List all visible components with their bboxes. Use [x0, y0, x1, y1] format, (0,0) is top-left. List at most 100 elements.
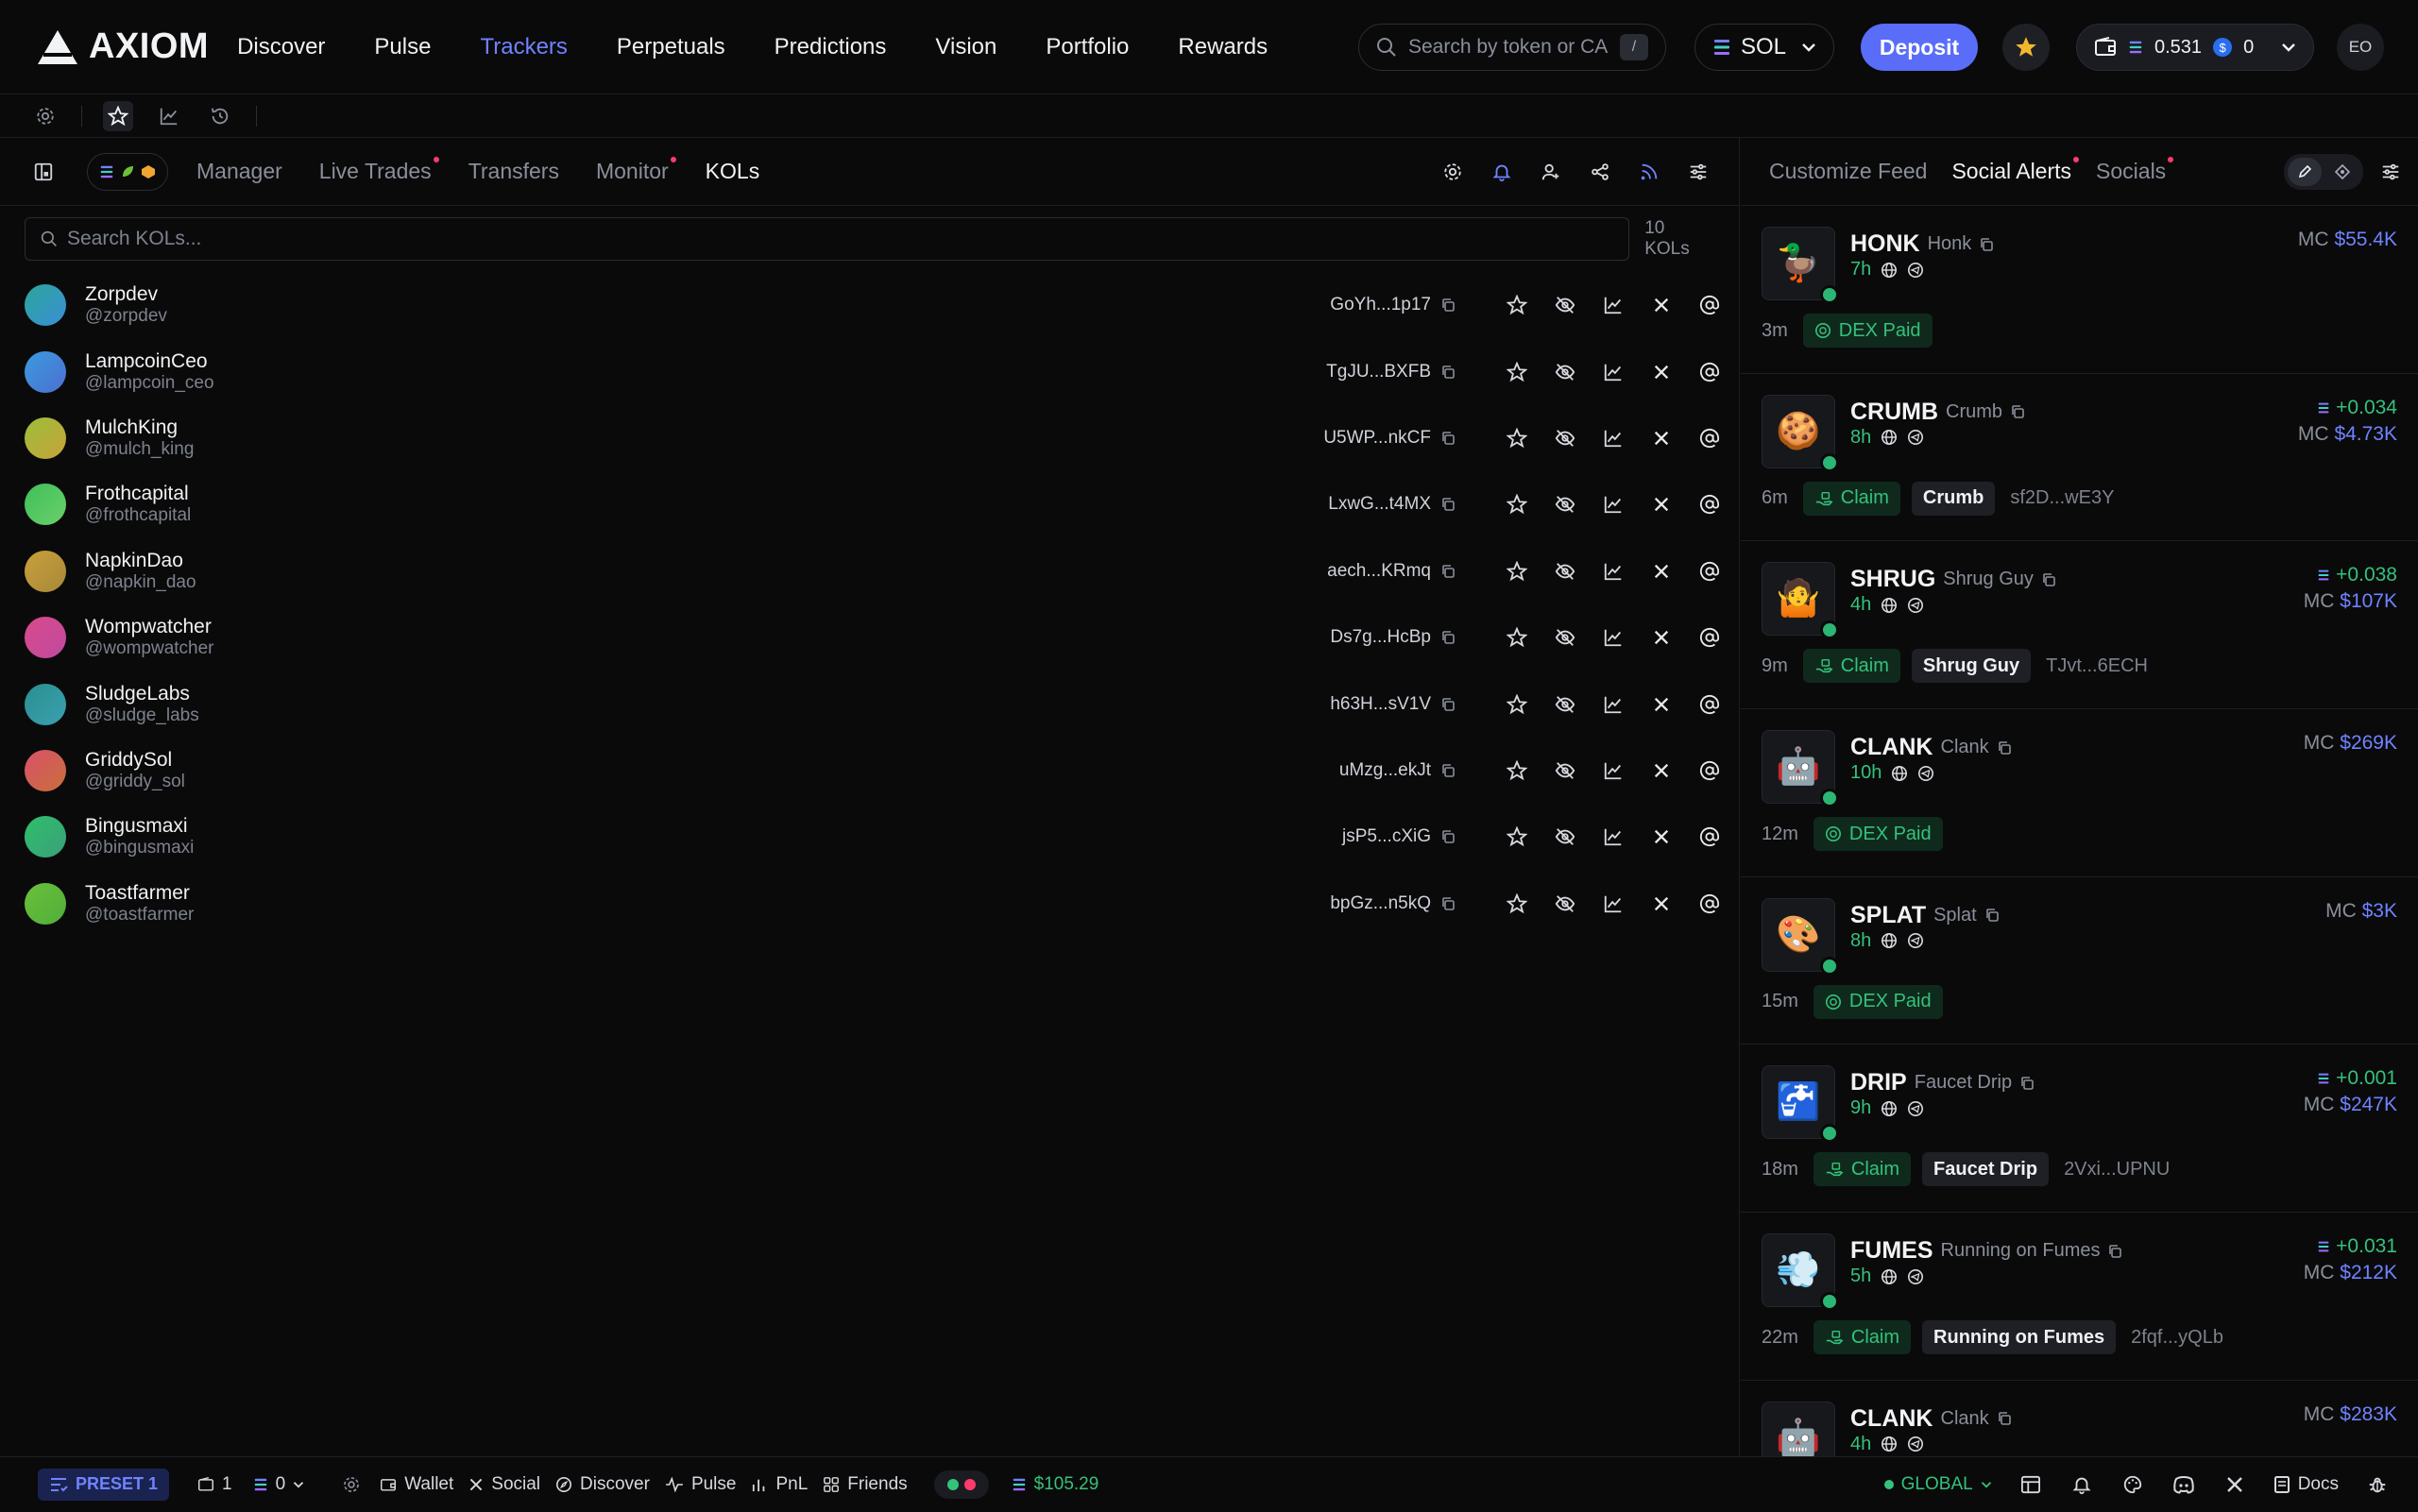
tab-live-trades[interactable]: Live Trades: [319, 157, 439, 184]
bottom-link-social[interactable]: Social: [468, 1474, 540, 1495]
live-feed-button[interactable]: [1637, 160, 1661, 184]
kol-x-profile-button[interactable]: [1649, 426, 1674, 450]
kol-row[interactable]: Zorpdev @zorpdev GoYh...1p17: [0, 272, 1739, 338]
kol-name[interactable]: SludgeLabs: [85, 683, 199, 705]
kol-mention-button[interactable]: [1697, 892, 1722, 916]
layout-toggle-button[interactable]: [28, 157, 59, 187]
favorite-kol-button[interactable]: [1505, 360, 1529, 384]
bottom-link-pulse[interactable]: Pulse: [665, 1474, 736, 1495]
brand-logo[interactable]: AXIOM: [36, 26, 209, 67]
kol-pnl-chart-button[interactable]: [1601, 559, 1626, 584]
kol-name[interactable]: NapkinDao: [85, 550, 196, 572]
hide-kol-button[interactable]: [1553, 293, 1577, 317]
token-symbol[interactable]: HONK: [1850, 230, 1920, 258]
kol-x-profile-button[interactable]: [1649, 892, 1674, 916]
website-link[interactable]: [1881, 1436, 1898, 1453]
tab-transfers[interactable]: Transfers: [468, 159, 559, 184]
telegram-link[interactable]: [1907, 262, 1924, 279]
preset-button[interactable]: PRESET 1: [38, 1468, 170, 1501]
telegram-link[interactable]: [1907, 1100, 1924, 1117]
kol-x-profile-button[interactable]: [1649, 492, 1674, 517]
kol-wallet-address[interactable]: bpGz...n5kQ: [1330, 871, 1456, 937]
discord-button[interactable]: [2171, 1472, 2196, 1497]
kol-mention-button[interactable]: [1697, 758, 1722, 783]
kol-wallet-address[interactable]: LxwG...t4MX: [1328, 471, 1456, 537]
kol-row[interactable]: Bingusmaxi @bingusmaxi jsP5...cXiG: [0, 804, 1739, 870]
kol-handle[interactable]: @wompwatcher: [85, 638, 214, 659]
kol-pnl-chart-button[interactable]: [1601, 824, 1626, 849]
kol-name[interactable]: MulchKing: [85, 416, 194, 439]
kol-wallet-address[interactable]: U5WP...nkCF: [1323, 405, 1456, 471]
kol-name[interactable]: Zorpdev: [85, 283, 167, 306]
hide-kol-button[interactable]: [1553, 360, 1577, 384]
hide-kol-button[interactable]: [1553, 824, 1577, 849]
copy-address-button[interactable]: [1440, 896, 1456, 911]
filters-button[interactable]: [1686, 160, 1711, 184]
tab-kols[interactable]: KOLs: [706, 159, 760, 184]
kol-mention-button[interactable]: [1697, 293, 1722, 317]
claimer-label[interactable]: Running on Fumes: [1922, 1320, 2117, 1355]
favorite-kol-button[interactable]: [1505, 824, 1529, 849]
copy-ca-button[interactable]: [2041, 572, 2056, 587]
settings-button[interactable]: [30, 101, 60, 131]
copy-address-button[interactable]: [1440, 297, 1456, 313]
history-button[interactable]: [205, 101, 235, 131]
notifications-button[interactable]: [1490, 160, 1514, 184]
tab-manager[interactable]: Manager: [196, 159, 282, 184]
telegram-link[interactable]: [1907, 597, 1924, 614]
copy-ca-button[interactable]: [2019, 1076, 2035, 1091]
favorite-kol-button[interactable]: [1505, 625, 1529, 650]
claimer-address[interactable]: 2Vxi...UPNU: [2064, 1159, 2170, 1181]
kol-pnl-chart-button[interactable]: [1601, 360, 1626, 384]
kol-wallet-address[interactable]: TgJU...BXFB: [1326, 338, 1456, 404]
claimer-label[interactable]: Crumb: [1911, 481, 1996, 516]
watchlist-button[interactable]: [103, 100, 133, 131]
kol-handle[interactable]: @napkin_dao: [85, 572, 196, 593]
favorite-kol-button[interactable]: [1505, 692, 1529, 717]
hide-kol-button[interactable]: [1553, 625, 1577, 650]
favorites-button[interactable]: [2002, 24, 2050, 71]
claimer-label[interactable]: Faucet Drip: [1922, 1152, 2050, 1187]
kol-x-profile-button[interactable]: [1649, 692, 1674, 717]
kol-wallet-address[interactable]: Ds7g...HcBp: [1330, 604, 1456, 671]
kol-row[interactable]: NapkinDao @napkin_dao aech...KRmq: [0, 538, 1739, 604]
claimer-address[interactable]: 2fqf...yQLb: [2131, 1327, 2223, 1349]
kol-mention-button[interactable]: [1697, 692, 1722, 717]
token-search-input[interactable]: Search by token or CA /: [1358, 24, 1666, 71]
claimer-label[interactable]: Shrug Guy: [1911, 649, 2032, 684]
bottom-notifications-button[interactable]: [2069, 1472, 2094, 1497]
social-alert-card[interactable]: 🍪 CRUMB Crumb 8h +0.034 MC $4.73K 6m Claim Crumb…: [1741, 374, 2418, 542]
copy-address-button[interactable]: [1440, 431, 1456, 446]
telegram-link[interactable]: [1907, 429, 1924, 446]
tab-social-alerts[interactable]: Social Alerts: [1951, 157, 2080, 184]
telegram-link[interactable]: [1917, 765, 1934, 782]
source-filter-pill[interactable]: [87, 152, 168, 191]
kol-wallet-address[interactable]: aech...KRmq: [1327, 538, 1456, 604]
kol-wallet-address[interactable]: h63H...sV1V: [1330, 671, 1456, 737]
kol-search-input[interactable]: Search KOLs...: [25, 217, 1630, 261]
hide-kol-button[interactable]: [1553, 758, 1577, 783]
copy-address-button[interactable]: [1440, 564, 1456, 579]
kol-handle[interactable]: @frothcapital: [85, 505, 191, 526]
kol-pnl-chart-button[interactable]: [1601, 758, 1626, 783]
kol-name[interactable]: Toastfarmer: [85, 882, 194, 905]
chart-button[interactable]: [154, 101, 184, 131]
bottom-link-pnl[interactable]: PnL: [751, 1474, 808, 1495]
kol-wallet-address[interactable]: uMzg...ekJt: [1339, 738, 1456, 804]
token-symbol[interactable]: CLANK: [1850, 1405, 1933, 1433]
copy-address-button[interactable]: [1440, 829, 1456, 844]
website-link[interactable]: [1881, 932, 1898, 949]
bug-report-button[interactable]: [2365, 1472, 2390, 1497]
kol-mention-button[interactable]: [1697, 559, 1722, 584]
nav-predictions[interactable]: Predictions: [775, 34, 887, 60]
bottom-link-discover[interactable]: Discover: [555, 1474, 650, 1495]
layout-button[interactable]: [2018, 1472, 2043, 1497]
kol-pnl-chart-button[interactable]: [1601, 293, 1626, 317]
feed-filters-button[interactable]: [2378, 160, 2403, 184]
telegram-link[interactable]: [1907, 1268, 1924, 1285]
kol-x-profile-button[interactable]: [1649, 293, 1674, 317]
kol-row[interactable]: Toastfarmer @toastfarmer bpGz...n5kQ: [0, 871, 1739, 937]
wallet-balance-button[interactable]: 0.531 $ 0: [2076, 24, 2314, 71]
social-alert-card[interactable]: 🤖 CLANK Clank 4h MC $283K: [1741, 1381, 2418, 1456]
kol-handle[interactable]: @lampcoin_ceo: [85, 373, 214, 394]
